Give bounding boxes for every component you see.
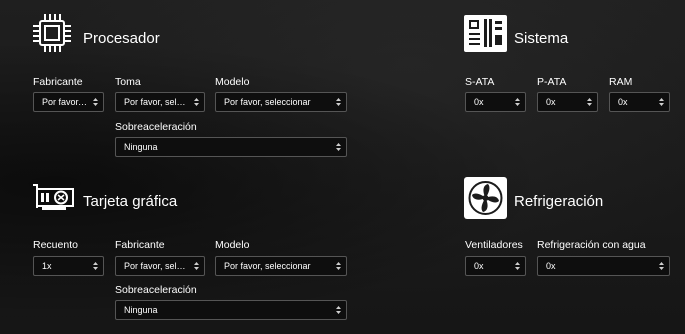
select-arrows-icon <box>336 305 341 315</box>
select-arrows-icon <box>587 97 592 107</box>
select-arrows-icon <box>659 261 664 271</box>
system-pata-select[interactable]: 0x <box>537 92 598 112</box>
select-arrows-icon <box>336 97 341 107</box>
system-ram-select[interactable]: 0x <box>609 92 670 112</box>
select-arrows-icon <box>336 261 341 271</box>
cooling-fans-select[interactable]: 0x <box>465 256 526 276</box>
select-arrows-icon <box>194 97 199 107</box>
cpu-icon <box>33 13 71 53</box>
background <box>0 0 685 334</box>
gpu-overclock-select[interactable]: Ninguna <box>115 300 347 320</box>
select-arrows-icon <box>93 97 98 107</box>
cooling-water-select[interactable]: 0x <box>537 256 670 276</box>
system-sata-select[interactable]: 0x <box>465 92 526 112</box>
processor-overclock-label: Sobreaceleración <box>115 121 197 133</box>
processor-model-select[interactable]: Por favor, seleccionar <box>215 92 347 112</box>
select-value: 0x <box>474 97 484 107</box>
select-value: Por favor, seleccionar <box>224 97 311 107</box>
gpu-manufacturer-label: Fabricante <box>115 239 165 251</box>
select-arrows-icon <box>659 97 664 107</box>
processor-socket-label: Toma <box>115 76 141 88</box>
select-value: 1x <box>42 261 52 271</box>
gpu-count-select[interactable]: 1x <box>33 256 104 276</box>
processor-overclock-select[interactable]: Ninguna <box>115 137 347 157</box>
gpu-manufacturer-select[interactable]: Por favor, seleccionar <box>115 256 205 276</box>
select-arrows-icon <box>336 142 341 152</box>
gpu-title: Tarjeta gráfica <box>83 193 178 210</box>
select-arrows-icon <box>93 261 98 271</box>
gpu-model-select[interactable]: Por favor, seleccionar <box>215 256 347 276</box>
processor-manufacturer-label: Fabricante <box>33 76 83 88</box>
gpu-count-label: Recuento <box>33 239 78 251</box>
select-value: Por favor, seleccionar <box>124 97 190 107</box>
select-value: 0x <box>474 261 484 271</box>
select-arrows-icon <box>515 97 520 107</box>
graphics-card-icon <box>32 182 76 214</box>
select-value: Por favor, seleccionar <box>42 97 89 107</box>
select-value: Por favor, seleccionar <box>224 261 311 271</box>
cooling-water-label: Refrigeración con agua <box>537 239 646 251</box>
select-value: 0x <box>618 97 628 107</box>
select-value: 0x <box>546 97 556 107</box>
cooling-title: Refrigeración <box>514 193 604 210</box>
gpu-model-label: Modelo <box>215 239 250 251</box>
select-value: Ninguna <box>124 305 158 315</box>
system-title: Sistema <box>514 30 569 47</box>
select-arrows-icon <box>515 261 520 271</box>
fan-icon <box>464 177 507 219</box>
select-arrows-icon <box>194 261 199 271</box>
motherboard-icon <box>464 15 507 52</box>
processor-title: Procesador <box>83 30 160 47</box>
select-value: Ninguna <box>124 142 158 152</box>
cooling-fans-label: Ventiladores <box>465 239 523 251</box>
select-value: 0x <box>546 261 556 271</box>
select-value: Por favor, seleccionar <box>124 261 190 271</box>
processor-manufacturer-select[interactable]: Por favor, seleccionar <box>33 92 104 112</box>
gpu-overclock-label: Sobreaceleración <box>115 284 197 296</box>
processor-socket-select[interactable]: Por favor, seleccionar <box>115 92 205 112</box>
system-ram-label: RAM <box>609 76 633 88</box>
processor-model-label: Modelo <box>215 76 250 88</box>
system-sata-label: S-ATA <box>465 76 495 88</box>
system-pata-label: P-ATA <box>537 76 567 88</box>
